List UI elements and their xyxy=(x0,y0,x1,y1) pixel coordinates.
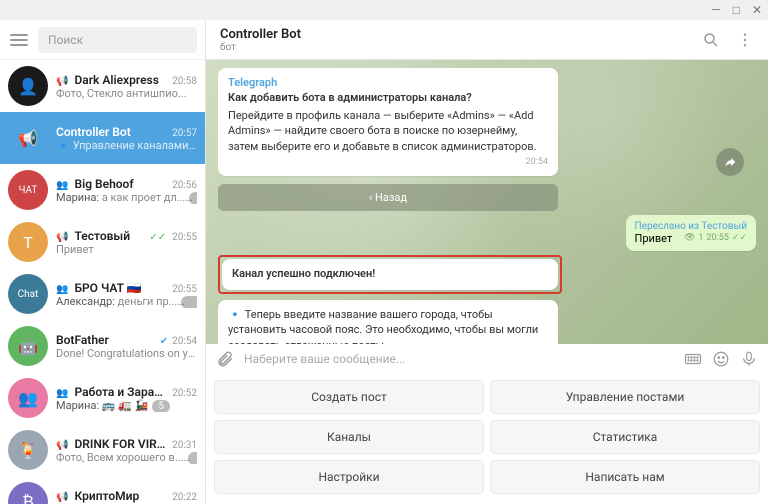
chat-time: 20:58 xyxy=(172,76,197,87)
verified-icon: ✔ xyxy=(160,336,168,347)
reply-keyboard: Создать постУправление постамиКаналыСтат… xyxy=(206,374,768,504)
message-time: 20:54 xyxy=(228,156,548,169)
avatar: 👥 xyxy=(8,378,48,418)
keyboard-button[interactable]: Управление постами xyxy=(490,380,760,414)
chat-time: 20:22 xyxy=(172,492,197,503)
message-body: Теперь введите название вашего города, ч… xyxy=(228,308,538,344)
chat-preview: Done! Congratulations on yo... xyxy=(56,347,197,360)
chat-list-item[interactable]: ₿📢КриптоМир20:22Фото xyxy=(0,476,205,504)
highlight-annotation: Канал успешно подключен! xyxy=(218,255,562,294)
attach-icon[interactable] xyxy=(216,350,234,368)
keyboard-button[interactable]: Каналы xyxy=(214,420,484,454)
window-close-icon[interactable]: ✕ xyxy=(752,3,762,17)
emoji-icon[interactable] xyxy=(712,350,730,368)
bot-message: Канал успешно подключен! xyxy=(222,259,558,290)
chat-name: BotFather xyxy=(56,333,156,347)
unread-badge: 5 xyxy=(152,400,170,412)
menu-icon[interactable] xyxy=(8,29,30,51)
group-icon: 👥 xyxy=(56,284,68,295)
bot-message: 🔹Теперь введите название вашего города, … xyxy=(218,300,558,344)
message-body: Перейдите в профиль канала — выберите «A… xyxy=(228,108,548,154)
chat-preview: 🔹Управление каналами ... xyxy=(56,139,197,152)
forwarded-message: Переслано из Тестовый Привет 👁 1 20:55 ✓… xyxy=(626,215,756,251)
chat-time: 20:52 xyxy=(172,388,197,399)
bot-message: Telegraph Как добавить бота в администра… xyxy=(218,68,558,176)
chat-time: 20:57 xyxy=(172,128,197,139)
message-title: Канал успешно подключен! xyxy=(232,266,548,281)
chat-time: 20:55 xyxy=(172,284,197,295)
chat-name: Работа и Зараб... xyxy=(74,385,168,399)
avatar: 🍹 xyxy=(8,430,48,470)
inline-button-back[interactable]: ‹ Назад xyxy=(218,184,558,211)
channel-icon: 📢 xyxy=(56,492,68,503)
chat-subtitle: бот xyxy=(220,42,702,53)
window-maximize-icon[interactable]: □ xyxy=(733,3,740,17)
chat-name: Dark Aliexpress xyxy=(74,73,168,87)
keyboard-button[interactable]: Создать пост xyxy=(214,380,484,414)
chat-list-item[interactable]: 📢 Controller Bot 20:57🔹Управление каналами… xyxy=(0,112,205,164)
channel-icon: 📢 xyxy=(56,440,68,451)
read-tick-icon: ✓✓ xyxy=(149,232,166,243)
channel-icon: 📢 xyxy=(56,232,68,243)
avatar: Chat xyxy=(8,274,48,314)
chat-name: Big Behoof xyxy=(74,177,168,191)
window-minimize-icon[interactable]: — xyxy=(711,3,720,17)
chat-preview: Фото, Стекло антишпио... xyxy=(56,87,197,100)
search-icon[interactable] xyxy=(702,31,720,49)
sender-name: Александр: xyxy=(56,295,118,308)
avatar: 👤 xyxy=(8,66,48,106)
more-icon[interactable] xyxy=(736,31,754,49)
views-icon: 👁 xyxy=(684,233,695,243)
keyboard-button[interactable]: Написать нам xyxy=(490,460,760,494)
avatar: 📢 xyxy=(8,118,48,158)
chat-time: 20:56 xyxy=(172,180,197,191)
keyboard-button[interactable]: Статистика xyxy=(490,420,760,454)
message-title: Как добавить бота в администраторы канал… xyxy=(228,90,548,105)
chat-list-item[interactable]: 👤 📢 Dark Aliexpress 20:58Фото, Стекло антиш… xyxy=(0,60,205,112)
forward-text: Привет xyxy=(635,232,673,245)
keyboard-icon[interactable] xyxy=(684,350,702,368)
mic-icon[interactable] xyxy=(740,350,758,368)
chat-list-item[interactable]: 🍹 📢 DRINK FOR VIRGI... 20:31Фото, Всем хоро… xyxy=(0,424,205,476)
chat-list: 👤 📢 Dark Aliexpress 20:58Фото, Стекло антиш… xyxy=(0,60,205,504)
chat-preview: Марина: 🚌 🚛 🚂5 xyxy=(56,399,197,412)
chat-preview: Привет xyxy=(56,243,197,256)
sender-name: Марина: xyxy=(56,399,102,412)
diamond-icon: 🔹 xyxy=(228,308,242,321)
chat-name: Тестовый xyxy=(74,229,145,243)
read-tick-icon: ✓✓ xyxy=(732,233,747,243)
chat-time: 20:31 xyxy=(172,440,197,451)
chat-preview: Фото, Всем хорошего в...3 xyxy=(56,451,197,464)
diamond-icon: 🔹 xyxy=(56,139,70,152)
chat-name: DRINK FOR VIRGI... xyxy=(74,437,168,451)
chat-name: БРО ЧАТ 🇷🇺 xyxy=(74,281,168,295)
forward-time: 20:55 xyxy=(706,233,728,243)
chat-preview: Марина: а как проет дл...8 xyxy=(56,191,197,204)
chat-list-item[interactable]: Т 📢 Тестовый ✓✓ 20:55Привет xyxy=(0,216,205,268)
message-input[interactable]: Наберите ваше сообщение... xyxy=(244,352,674,366)
search-input[interactable]: Поиск xyxy=(38,27,197,53)
chat-list-item[interactable]: 🤖 BotFather ✔ 20:54Done! Congratulations on… xyxy=(0,320,205,372)
avatar: 🤖 xyxy=(8,326,48,366)
chat-time: 20:54 xyxy=(172,336,197,347)
chat-name: КриптоМир xyxy=(74,489,168,503)
group-icon: 👥 xyxy=(56,180,68,191)
avatar: ЧАТ xyxy=(8,170,48,210)
keyboard-button[interactable]: Настройки xyxy=(214,460,484,494)
forward-label: Переслано из Тестовый xyxy=(635,221,747,232)
chat-list-item[interactable]: 👥 👥 Работа и Зараб... 20:52Марина: 🚌 🚛 🚂5 xyxy=(0,372,205,424)
views-count: 1 xyxy=(698,233,703,243)
chat-time: 20:55 xyxy=(172,232,197,243)
avatar: ₿ xyxy=(8,482,48,504)
chat-title: Controller Bot xyxy=(220,27,702,42)
sender-name: Марина: xyxy=(56,191,102,204)
group-icon: 👥 xyxy=(56,388,68,399)
chat-name: Controller Bot xyxy=(56,125,168,139)
channel-icon: 📢 xyxy=(56,76,68,87)
chat-list-item[interactable]: Chat 👥 БРО ЧАТ 🇷🇺 20:55Александр: деньги пр… xyxy=(0,268,205,320)
chat-list-item[interactable]: ЧАТ 👥 Big Behoof 20:56Марина: а как проет д… xyxy=(0,164,205,216)
avatar: Т xyxy=(8,222,48,262)
chat-preview: Александр: деньги пр...112 xyxy=(56,295,197,308)
message-link[interactable]: Telegraph xyxy=(228,75,548,90)
